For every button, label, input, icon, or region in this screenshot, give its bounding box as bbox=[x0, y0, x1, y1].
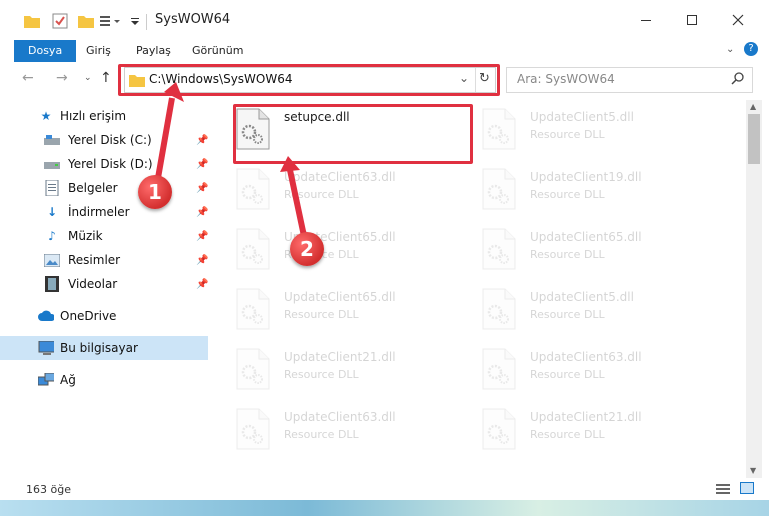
step-badge-2: 2 bbox=[290, 232, 324, 266]
annotation-arrows bbox=[155, 82, 307, 237]
step-badge-1: 1 bbox=[138, 175, 172, 209]
desktop-background bbox=[0, 500, 769, 516]
